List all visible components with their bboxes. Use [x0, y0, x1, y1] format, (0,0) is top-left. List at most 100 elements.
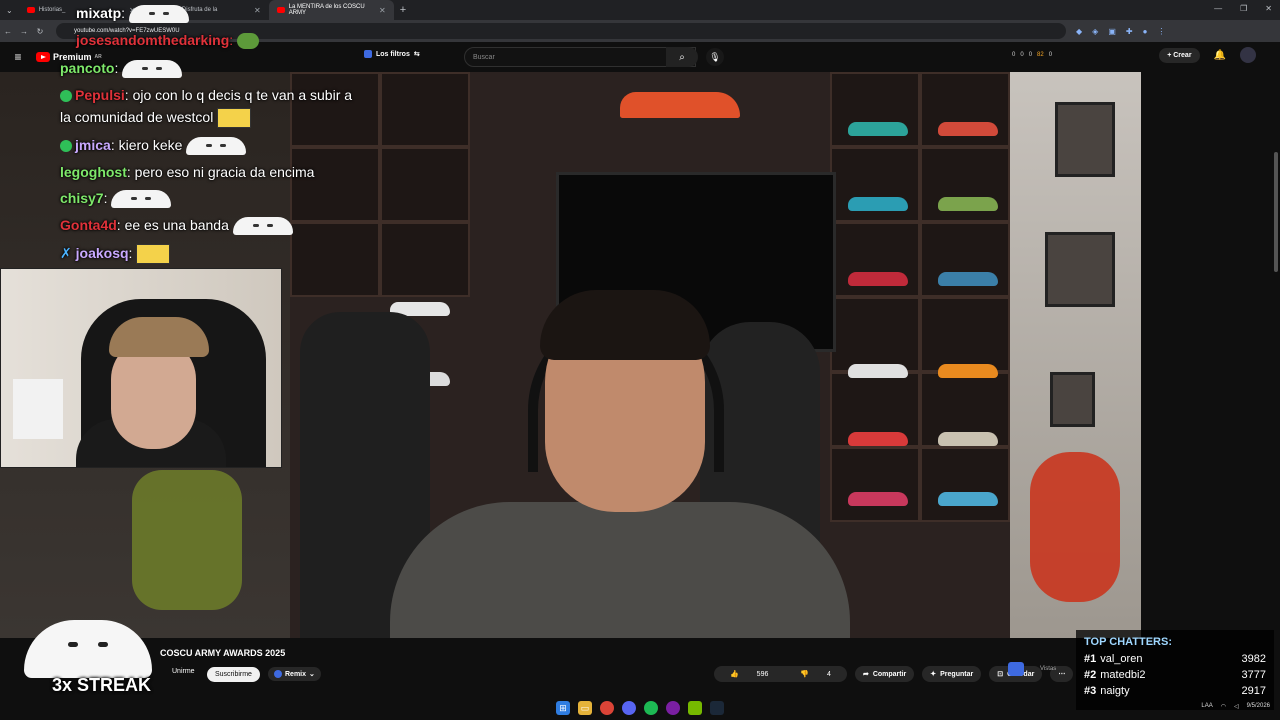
join-button[interactable]: Unirme: [172, 668, 195, 675]
volume-icon[interactable]: ◁: [1234, 703, 1239, 710]
top-chatter-row: #3 naigty 2917: [1084, 683, 1266, 699]
chat-username: josesandomthedarking: [76, 32, 230, 48]
shelf-cubby: [380, 72, 470, 147]
emote-icon: [122, 60, 183, 79]
chat-username: joakosq: [75, 245, 129, 261]
create-label: Crear: [1173, 51, 1192, 59]
verified-badge-icon: [60, 90, 72, 103]
reload-icon[interactable]: ↻: [32, 27, 48, 36]
video-title: COSCU ARMY AWARDS 2025: [160, 648, 286, 658]
profile-icon[interactable]: ●: [1143, 27, 1148, 36]
tab-search-icon[interactable]: ⌄: [0, 6, 19, 15]
menu-dots-icon[interactable]: ⋮: [1157, 27, 1165, 36]
language-indicator[interactable]: LAA: [1201, 703, 1212, 710]
shelf-cubby: [920, 297, 1010, 372]
sneaker: [938, 364, 998, 378]
search-button[interactable]: ⌕: [666, 47, 698, 67]
chrome-icon[interactable]: [600, 701, 614, 715]
youtube-favicon-icon: [26, 7, 35, 13]
voice-search-button[interactable]: 🎙: [706, 48, 724, 66]
extension-icon[interactable]: ▣: [1108, 27, 1116, 36]
sneaker: [938, 197, 998, 211]
extension-icon[interactable]: ◆: [1076, 27, 1082, 36]
chat-text: kiero keke: [118, 137, 183, 153]
tab-title: La MENTIRA de los COSCU ARMY: [288, 4, 365, 16]
chat-message: chisy7:: [60, 189, 172, 209]
like-button[interactable]: 👍 596: [714, 666, 784, 682]
sneaker: [848, 272, 908, 286]
extension-icon[interactable]: ◈: [1092, 27, 1098, 36]
create-button[interactable]: + Crear: [1159, 47, 1200, 63]
thumbs-down-icon: 👎: [800, 671, 810, 678]
filters-button[interactable]: Los filtros ⇆: [364, 50, 420, 58]
remix-button[interactable]: Remix ⌄: [268, 667, 321, 681]
bookmark-icon: ⊡: [997, 671, 1004, 678]
app-icon[interactable]: [666, 701, 680, 715]
chat-username: pancoto: [60, 60, 115, 76]
webcam-person-cap: [109, 317, 209, 357]
search-icon: ⌕: [679, 51, 685, 63]
chat-text: la comunidad de westcol: [60, 109, 214, 125]
clock-date[interactable]: 9/5/2026: [1247, 703, 1270, 710]
chat-message: josesandomthedarking:: [76, 31, 260, 50]
close-icon[interactable]: ✕: [254, 6, 261, 15]
close-icon[interactable]: ✕: [379, 6, 386, 15]
wall-frame: [1045, 232, 1115, 307]
streak-label: 3x STREAK: [52, 675, 152, 695]
shelf-cubby: [380, 147, 470, 222]
shelf-cubby: [830, 297, 920, 372]
chatter-count: 3777: [1241, 669, 1266, 681]
page-side-gutter: [1141, 72, 1272, 638]
chatter-name: val_oren: [1100, 653, 1143, 665]
puzzle-icon[interactable]: ✚: [1126, 27, 1133, 36]
chat-username: Gonta4d: [60, 217, 117, 233]
steam-icon[interactable]: [710, 701, 724, 715]
windows-start-icon[interactable]: ⊞: [556, 701, 570, 715]
browser-tab-3[interactable]: La MENTIRA de los COSCU ARMY ✕: [268, 0, 394, 20]
forward-icon[interactable]: →: [16, 27, 32, 36]
wall-frame: [1050, 372, 1095, 427]
chatter-rank: #1: [1084, 653, 1097, 665]
like-count: 596: [756, 671, 769, 678]
views-label: Vistas: [1040, 666, 1057, 672]
dislike-button[interactable]: 👎 4: [784, 666, 847, 682]
extension-stats: 0 0 0 82 0: [1012, 52, 1052, 58]
avatar[interactable]: [1240, 47, 1256, 63]
emote-icon: [186, 137, 247, 156]
extension-badge-icon[interactable]: [1008, 662, 1024, 676]
back-icon[interactable]: ←: [0, 27, 16, 36]
new-tab-icon[interactable]: +: [400, 4, 406, 16]
chat-message: pancoto:: [60, 59, 183, 79]
header-actions: + Crear 🔔: [1159, 47, 1256, 63]
emote-icon: [136, 244, 171, 265]
screen: ⌄ Historias_ ✕ mate | Disfruta de la ✕ L…: [0, 0, 1280, 720]
file-explorer-icon[interactable]: ▭: [578, 701, 592, 715]
webcam-shelf: [13, 379, 63, 439]
remix-label: Remix: [285, 670, 307, 678]
wifi-icon[interactable]: ◠: [1221, 703, 1226, 710]
subscribe-button[interactable]: Suscribirme: [207, 667, 260, 682]
discord-icon[interactable]: [622, 701, 636, 715]
sparkle-icon: ✦: [930, 671, 937, 678]
chat-message: mixatp:: [76, 4, 189, 24]
spotify-icon[interactable]: [644, 701, 658, 715]
close-window-icon[interactable]: ✕: [1265, 4, 1272, 13]
shelf-cubby: [290, 72, 380, 147]
minimize-icon[interactable]: —: [1214, 4, 1222, 13]
notifications-bell-icon[interactable]: 🔔: [1214, 50, 1226, 61]
sneaker: [938, 492, 998, 506]
share-button[interactable]: ➦ Compartir: [854, 666, 915, 682]
chatter-count: 2917: [1241, 685, 1266, 697]
chat-message: Pepulsi: ojo con lo q decis q te van a s…: [60, 86, 352, 104]
maximize-icon[interactable]: ❐: [1240, 4, 1247, 13]
window-controls: — ❐ ✕: [1214, 4, 1272, 13]
nvidia-icon[interactable]: [688, 701, 702, 715]
ask-button[interactable]: ✦ Preguntar: [922, 666, 982, 682]
scrollbar-thumb[interactable]: [1274, 152, 1278, 272]
youtube-favicon-icon: [276, 7, 285, 13]
stat-value: 0: [1048, 52, 1053, 58]
hamburger-menu-icon[interactable]: ≡: [0, 50, 36, 64]
page-scrollbar[interactable]: [1272, 72, 1280, 638]
tab-title: Historias_: [38, 7, 66, 13]
search-input[interactable]: Buscar: [464, 47, 696, 67]
